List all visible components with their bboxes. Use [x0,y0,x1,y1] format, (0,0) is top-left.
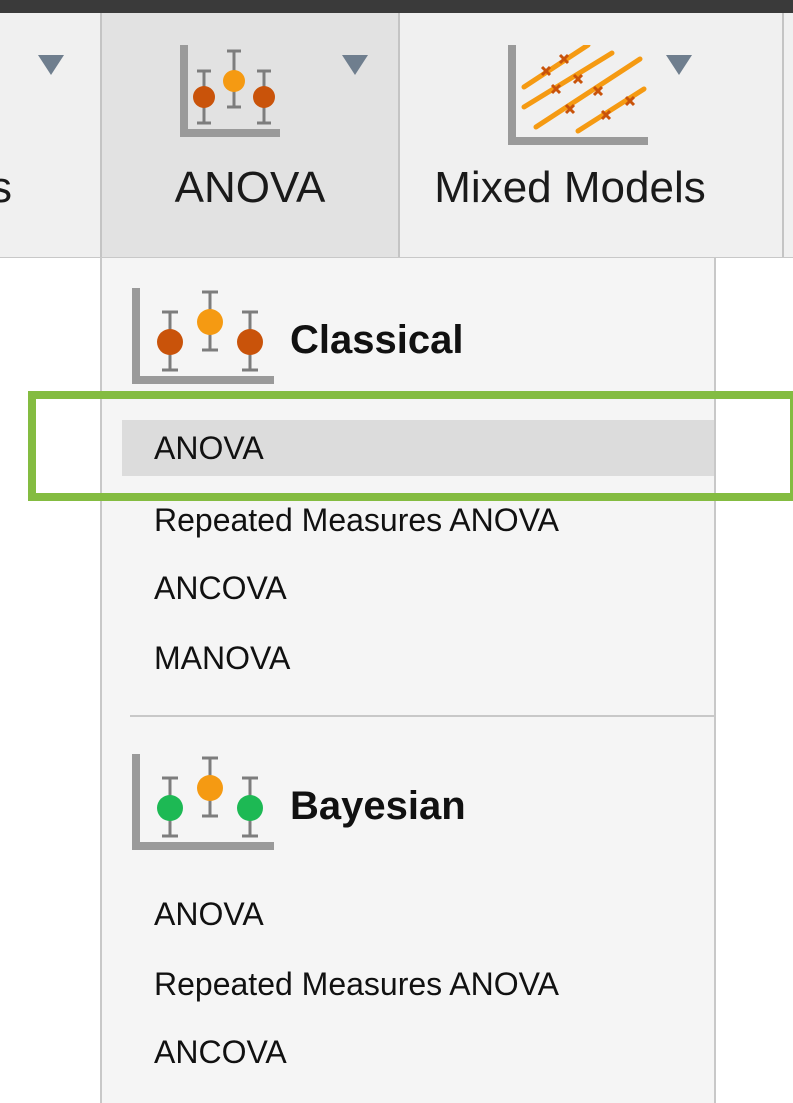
mixed-models-toolbar-button[interactable]: Mixed Models [400,13,740,257]
anova-classical-icon [132,288,274,384]
regression-lines-icon [508,45,648,145]
toolbar-button-partial[interactable]: s [0,13,100,257]
chevron-down-icon[interactable] [38,55,64,75]
classical-header-label: Classical [290,318,464,362]
window-top-strip [0,0,793,13]
menu-item-classical-ancova[interactable]: ANCOVA [122,560,714,616]
anova-dropdown-menu: Classical ANOVA Repeated Measures ANOVA … [100,258,716,1103]
mixed-models-toolbar-label: Mixed Models [434,163,706,212]
anova-toolbar-button[interactable]: ANOVA [102,13,398,257]
menu-item-bayesian-ancova[interactable]: ANCOVA [122,1024,714,1080]
menu-item-classical-manova[interactable]: MANOVA [122,630,714,686]
chevron-down-icon[interactable] [666,55,692,75]
anova-bayesian-icon [132,754,274,850]
menu-item-bayesian-anova[interactable]: ANOVA [122,886,714,942]
menu-item-classical-anova[interactable]: ANOVA [122,420,714,476]
ribbon-toolbar: s ANOVA Mixed Models [0,13,793,258]
bayesian-header-label: Bayesian [290,784,466,828]
toolbar-partial-label: s [0,163,12,212]
menu-separator [130,715,714,717]
toolbar-separator [782,13,784,257]
anova-dotplot-icon [180,45,280,137]
menu-item-bayesian-repeated-measures-anova[interactable]: Repeated Measures ANOVA [122,956,714,1012]
menu-item-classical-repeated-measures-anova[interactable]: Repeated Measures ANOVA [122,492,714,548]
anova-toolbar-label: ANOVA [174,163,326,212]
chevron-down-icon[interactable] [342,55,368,75]
